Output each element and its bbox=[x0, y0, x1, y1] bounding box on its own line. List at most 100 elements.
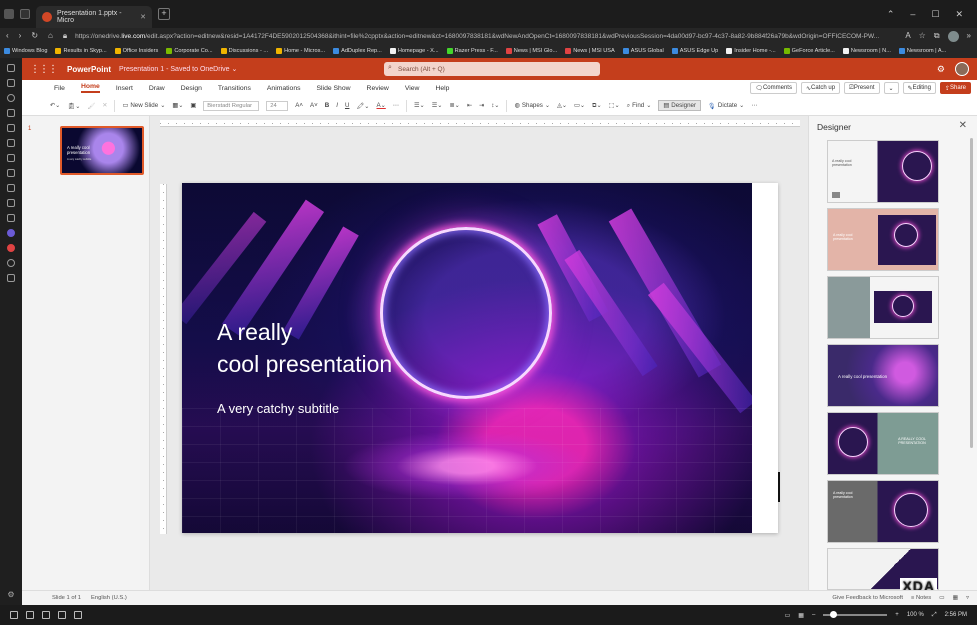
arrange-icon[interactable]: ⧉⌄ bbox=[592, 102, 602, 110]
zoom-level[interactable]: 100 % bbox=[907, 612, 924, 618]
delete-icon[interactable]: ✕ bbox=[102, 102, 107, 109]
designer-close-icon[interactable]: ✕ bbox=[959, 120, 967, 131]
tab-slide-show[interactable]: Slide Show bbox=[317, 85, 351, 92]
format-painter-icon[interactable]: 🖌︎ bbox=[87, 102, 95, 110]
more-font-options-icon[interactable]: ⋯ bbox=[393, 102, 399, 109]
sidebar-app-icon[interactable] bbox=[7, 109, 15, 117]
taskbar-mail-icon[interactable] bbox=[58, 611, 66, 619]
indent-increase-icon[interactable]: ⇥ bbox=[479, 102, 484, 109]
close-window-button[interactable]: ✕ bbox=[955, 9, 963, 20]
bookmark-item[interactable]: GeForce Article... bbox=[783, 48, 835, 54]
lock-icon[interactable]: 🔒︎ bbox=[63, 31, 67, 41]
normal-view-icon[interactable]: ▭ bbox=[939, 595, 944, 601]
designer-button[interactable]: ▤ Designer bbox=[658, 100, 702, 111]
tab-help[interactable]: Help bbox=[435, 85, 449, 92]
design-idea-1[interactable]: A really cool presentation bbox=[827, 140, 939, 203]
favorites-star-icon[interactable]: ☆ bbox=[919, 31, 926, 42]
sidebar-calendar-icon[interactable] bbox=[7, 124, 15, 132]
reuse-slides-icon[interactable]: ▣ bbox=[190, 102, 196, 109]
design-idea-3[interactable] bbox=[827, 276, 939, 339]
fit-slide-icon[interactable]: ⤢ bbox=[932, 612, 937, 619]
tab-draw[interactable]: Draw bbox=[149, 85, 165, 92]
new-tab-button[interactable]: + bbox=[158, 8, 170, 20]
bookmark-item[interactable]: Newsroom | A... bbox=[898, 48, 946, 54]
slide-subtitle[interactable]: A very catchy subtitle bbox=[217, 401, 339, 416]
font-size-select[interactable]: 24 bbox=[266, 100, 289, 111]
share-button[interactable]: ⇪ Share bbox=[939, 82, 971, 94]
find-button[interactable]: ⌕ Find ⌄ bbox=[627, 102, 652, 110]
read-aloud-icon[interactable]: A bbox=[905, 31, 910, 42]
bookmark-item[interactable]: ASUS Edge Up bbox=[671, 48, 718, 54]
bookmark-item[interactable]: Insider Home -... bbox=[726, 48, 776, 54]
language-indicator[interactable]: English (U.S.) bbox=[91, 595, 127, 601]
sidebar-games-icon[interactable] bbox=[7, 214, 15, 222]
sidebar-settings-icon[interactable]: ⚙ bbox=[7, 590, 14, 599]
tab-design[interactable]: Design bbox=[181, 85, 202, 92]
present-button[interactable]: ⎚ Present bbox=[844, 82, 880, 94]
design-idea-4[interactable]: A really cool presentation bbox=[827, 344, 939, 407]
taskbar-view-icon[interactable]: ▦ bbox=[798, 612, 804, 619]
profile-avatar[interactable] bbox=[947, 30, 959, 42]
bookmark-item[interactable]: Razer Press - F... bbox=[446, 48, 498, 54]
bookmark-item[interactable]: Windows Blog bbox=[4, 48, 47, 54]
undo-button[interactable]: ↶⌄ bbox=[50, 102, 60, 109]
dictate-button[interactable]: 🎙︎ Dictate ⌄ bbox=[708, 102, 744, 110]
designer-scrollbar[interactable] bbox=[970, 138, 973, 448]
shape-outline-icon[interactable]: ▭⌄ bbox=[574, 102, 585, 109]
home-icon[interactable]: ⌂ bbox=[48, 31, 53, 41]
tab-actions-icon[interactable] bbox=[20, 9, 30, 19]
browser-menu-icon[interactable] bbox=[4, 9, 14, 19]
extensions-icon[interactable]: ⧉ bbox=[934, 31, 940, 42]
shape-fill-icon[interactable]: ◬⌄ bbox=[557, 102, 567, 109]
document-title[interactable]: Presentation 1 - Saved to OneDrive ⌄ bbox=[119, 65, 237, 73]
bookmark-item[interactable]: Corporate Co... bbox=[166, 48, 213, 54]
sidebar-dot-icon[interactable] bbox=[7, 259, 15, 267]
underline-button[interactable]: U bbox=[345, 102, 349, 109]
clipboard-button[interactable]: 📋︎⌄ bbox=[67, 102, 80, 110]
zoom-slider[interactable] bbox=[823, 611, 888, 618]
sidebar-vivaldi-icon[interactable] bbox=[7, 244, 15, 252]
sidebar-tasks-icon[interactable] bbox=[7, 184, 15, 192]
bookmark-item[interactable]: Home - Micros... bbox=[276, 48, 325, 54]
reading-view-icon[interactable]: ▿ bbox=[966, 595, 969, 601]
layout-button[interactable]: ▦⌄ bbox=[172, 102, 183, 109]
font-name-select[interactable]: Bierstadt Regular bbox=[203, 100, 260, 111]
slide-sorter-icon[interactable]: ▦ bbox=[953, 595, 958, 601]
bookmark-item[interactable]: News | MSI USA bbox=[565, 48, 615, 54]
forward-icon[interactable]: › bbox=[19, 31, 22, 41]
bookmark-item[interactable]: AdDuplex Rep... bbox=[333, 48, 382, 54]
taskbar-app-icon[interactable] bbox=[74, 611, 82, 619]
present-dropdown[interactable]: ⌄ bbox=[883, 82, 899, 94]
design-idea-2[interactable]: A really cool presentation bbox=[827, 208, 939, 271]
align-icon[interactable]: ≣⌄ bbox=[449, 102, 459, 109]
sidebar-files-icon[interactable] bbox=[7, 199, 15, 207]
feedback-link[interactable]: Give Feedback to Microsoft bbox=[832, 595, 903, 601]
sidebar-collections-icon[interactable] bbox=[7, 79, 15, 87]
tab-search-icon[interactable]: ⌃ bbox=[887, 9, 895, 20]
tab-transitions[interactable]: Transitions bbox=[218, 85, 251, 92]
design-idea-5[interactable]: A REALLY COOL PRESENTATION bbox=[827, 412, 939, 475]
taskbar-cloud-icon[interactable] bbox=[42, 611, 50, 619]
app-name[interactable]: PowerPoint bbox=[67, 65, 111, 74]
quick-styles-icon[interactable]: ⬚⌄ bbox=[609, 102, 620, 109]
reload-icon[interactable]: ↻ bbox=[31, 31, 38, 41]
bookmark-item[interactable]: Newsroom | N... bbox=[842, 48, 891, 54]
editing-mode-button[interactable]: ✎ Editing bbox=[902, 82, 936, 94]
app-launcher-icon[interactable]: ⋮⋮⋮ bbox=[30, 64, 58, 75]
bookmark-item[interactable]: Office Insiders bbox=[114, 48, 158, 54]
zoom-slider-knob[interactable] bbox=[829, 611, 837, 618]
bookmark-item[interactable]: News | MSI Glo... bbox=[505, 48, 557, 54]
sidebar-pen-icon[interactable] bbox=[7, 139, 15, 147]
tab-close-icon[interactable]: ✕ bbox=[140, 13, 146, 21]
indent-decrease-icon[interactable]: ⇤ bbox=[467, 102, 472, 109]
catch-up-button[interactable]: ∿ Catch up bbox=[800, 82, 841, 94]
font-color-icon[interactable]: A⌄ bbox=[376, 102, 385, 109]
url-input[interactable]: https://onedrive.live.com/edit.aspx?acti… bbox=[75, 33, 897, 40]
shapes-button[interactable]: ◍ Shapes ⌄ bbox=[514, 102, 550, 109]
new-slide-button[interactable]: ▭ New Slide ⌄ bbox=[122, 102, 165, 109]
sidebar-mastodon-icon[interactable] bbox=[7, 229, 15, 237]
tab-animations[interactable]: Animations bbox=[267, 85, 301, 92]
bookmark-item[interactable]: Results in Skyp... bbox=[55, 48, 107, 54]
bullets-icon[interactable]: ☰⌄ bbox=[414, 102, 425, 109]
numbering-icon[interactable]: ☰⌄ bbox=[432, 102, 443, 109]
